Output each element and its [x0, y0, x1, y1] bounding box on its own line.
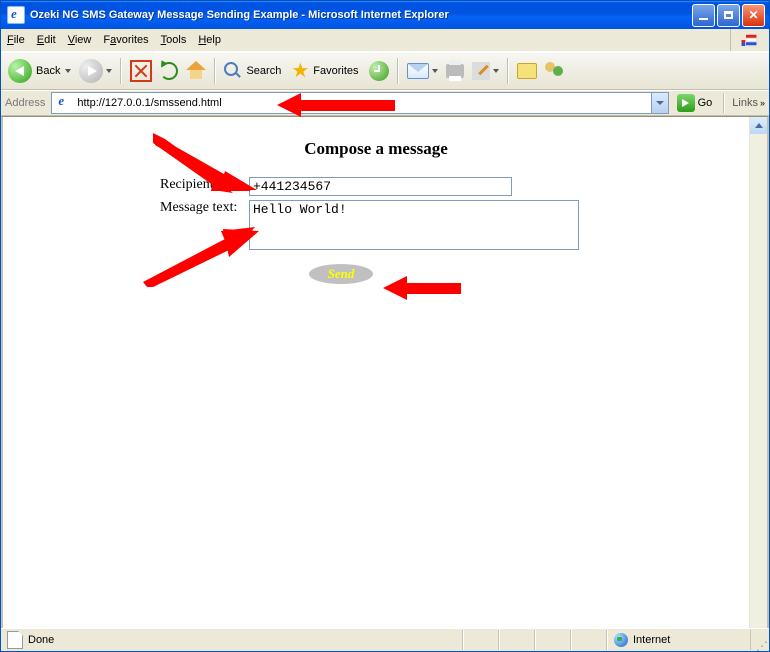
statusbar: Done Internet ⋰ [1, 628, 769, 651]
address-dropdown-button[interactable] [651, 93, 668, 113]
history-icon [369, 61, 389, 81]
back-icon [8, 59, 32, 83]
browser-window: Ozeki NG SMS Gateway Message Sending Exa… [0, 0, 770, 652]
edit-icon [472, 62, 490, 80]
forward-button[interactable] [76, 57, 115, 85]
edit-button[interactable] [469, 57, 502, 85]
window-title: Ozeki NG SMS Gateway Message Sending Exa… [30, 9, 692, 21]
page-heading: Compose a message [3, 139, 749, 159]
recipient-label: Recipient: [3, 177, 249, 193]
toolbar-divider [397, 58, 399, 84]
recipient-input[interactable] [249, 177, 512, 196]
page-body: Compose a message Recipient: Message tex… [3, 117, 749, 284]
toolbar: Back Search ★ Favorites [1, 52, 769, 90]
search-icon [224, 62, 242, 80]
mail-button[interactable] [404, 57, 441, 85]
home-button[interactable] [183, 57, 209, 85]
status-pane [499, 630, 535, 650]
messenger-button[interactable] [542, 57, 568, 85]
addressbar: Address Go Links » [1, 90, 769, 116]
toolbar-divider [120, 58, 122, 84]
status-text: Done [28, 634, 54, 646]
page-viewport: Compose a message Recipient: Message tex… [3, 117, 749, 651]
toolbar-divider [507, 58, 509, 84]
home-icon [186, 62, 206, 80]
menu-view[interactable]: View [68, 34, 92, 46]
people-icon [545, 62, 565, 80]
zone-label: Internet [633, 634, 670, 646]
stop-icon [130, 60, 152, 82]
globe-icon [614, 633, 628, 647]
toolbar-divider [723, 93, 725, 113]
discuss-button[interactable] [514, 57, 540, 85]
search-button[interactable]: Search [221, 57, 286, 85]
menu-favorites[interactable]: Favorites [103, 34, 148, 46]
menu-edit[interactable]: Edit [37, 34, 56, 46]
titlebar: Ozeki NG SMS Gateway Message Sending Exa… [1, 1, 769, 29]
address-input[interactable] [75, 93, 650, 113]
favorites-button[interactable]: ★ Favorites [288, 57, 363, 85]
address-input-container [51, 92, 668, 114]
go-label: Go [698, 97, 713, 109]
chevron-down-icon [106, 69, 112, 73]
print-icon [446, 64, 464, 78]
menubar: File Edit View Favorites Tools Help [1, 29, 769, 52]
minimize-button[interactable] [692, 4, 715, 27]
status-pane [535, 630, 571, 650]
close-button[interactable] [742, 4, 765, 27]
star-icon: ★ [291, 61, 309, 81]
history-button[interactable] [366, 57, 392, 85]
stop-button[interactable] [127, 57, 155, 85]
search-label: Search [246, 65, 281, 77]
message-label: Message text: [3, 200, 249, 216]
message-icon [517, 63, 537, 79]
chevron-right-icon[interactable]: » [760, 98, 765, 108]
vertical-scrollbar[interactable] [749, 117, 767, 651]
toolbar-divider [214, 58, 216, 84]
document-icon [7, 631, 23, 649]
maximize-button[interactable] [717, 4, 740, 27]
chevron-down-icon [65, 69, 71, 73]
chevron-down-icon [432, 69, 438, 73]
scroll-up-button[interactable] [750, 117, 767, 134]
go-icon [677, 94, 695, 112]
content-area: Compose a message Recipient: Message tex… [1, 116, 769, 652]
status-pane [571, 630, 607, 650]
forward-icon [79, 59, 103, 83]
chevron-down-icon [493, 69, 499, 73]
back-label: Back [36, 65, 60, 77]
address-label: Address [5, 97, 45, 109]
resize-grip[interactable]: ⋰ [751, 642, 769, 651]
menu-file[interactable]: File [7, 34, 25, 46]
status-pane [463, 630, 499, 650]
back-button[interactable]: Back [5, 57, 74, 85]
status-zone-pane: Internet [607, 630, 751, 650]
message-textarea[interactable] [249, 200, 579, 250]
ie-throbber-icon [730, 29, 767, 51]
send-button[interactable]: Send [309, 264, 373, 284]
mail-icon [407, 63, 429, 79]
menu-tools[interactable]: Tools [161, 34, 187, 46]
print-button[interactable] [443, 57, 467, 85]
menu-help[interactable]: Help [198, 34, 221, 46]
favorites-label: Favorites [313, 65, 358, 77]
go-button[interactable]: Go [673, 93, 717, 113]
links-label[interactable]: Links [732, 97, 758, 109]
page-icon [55, 95, 71, 111]
ie-app-icon [7, 6, 25, 24]
refresh-icon [160, 62, 178, 80]
status-main-pane: Done [1, 630, 463, 650]
refresh-button[interactable] [157, 57, 181, 85]
